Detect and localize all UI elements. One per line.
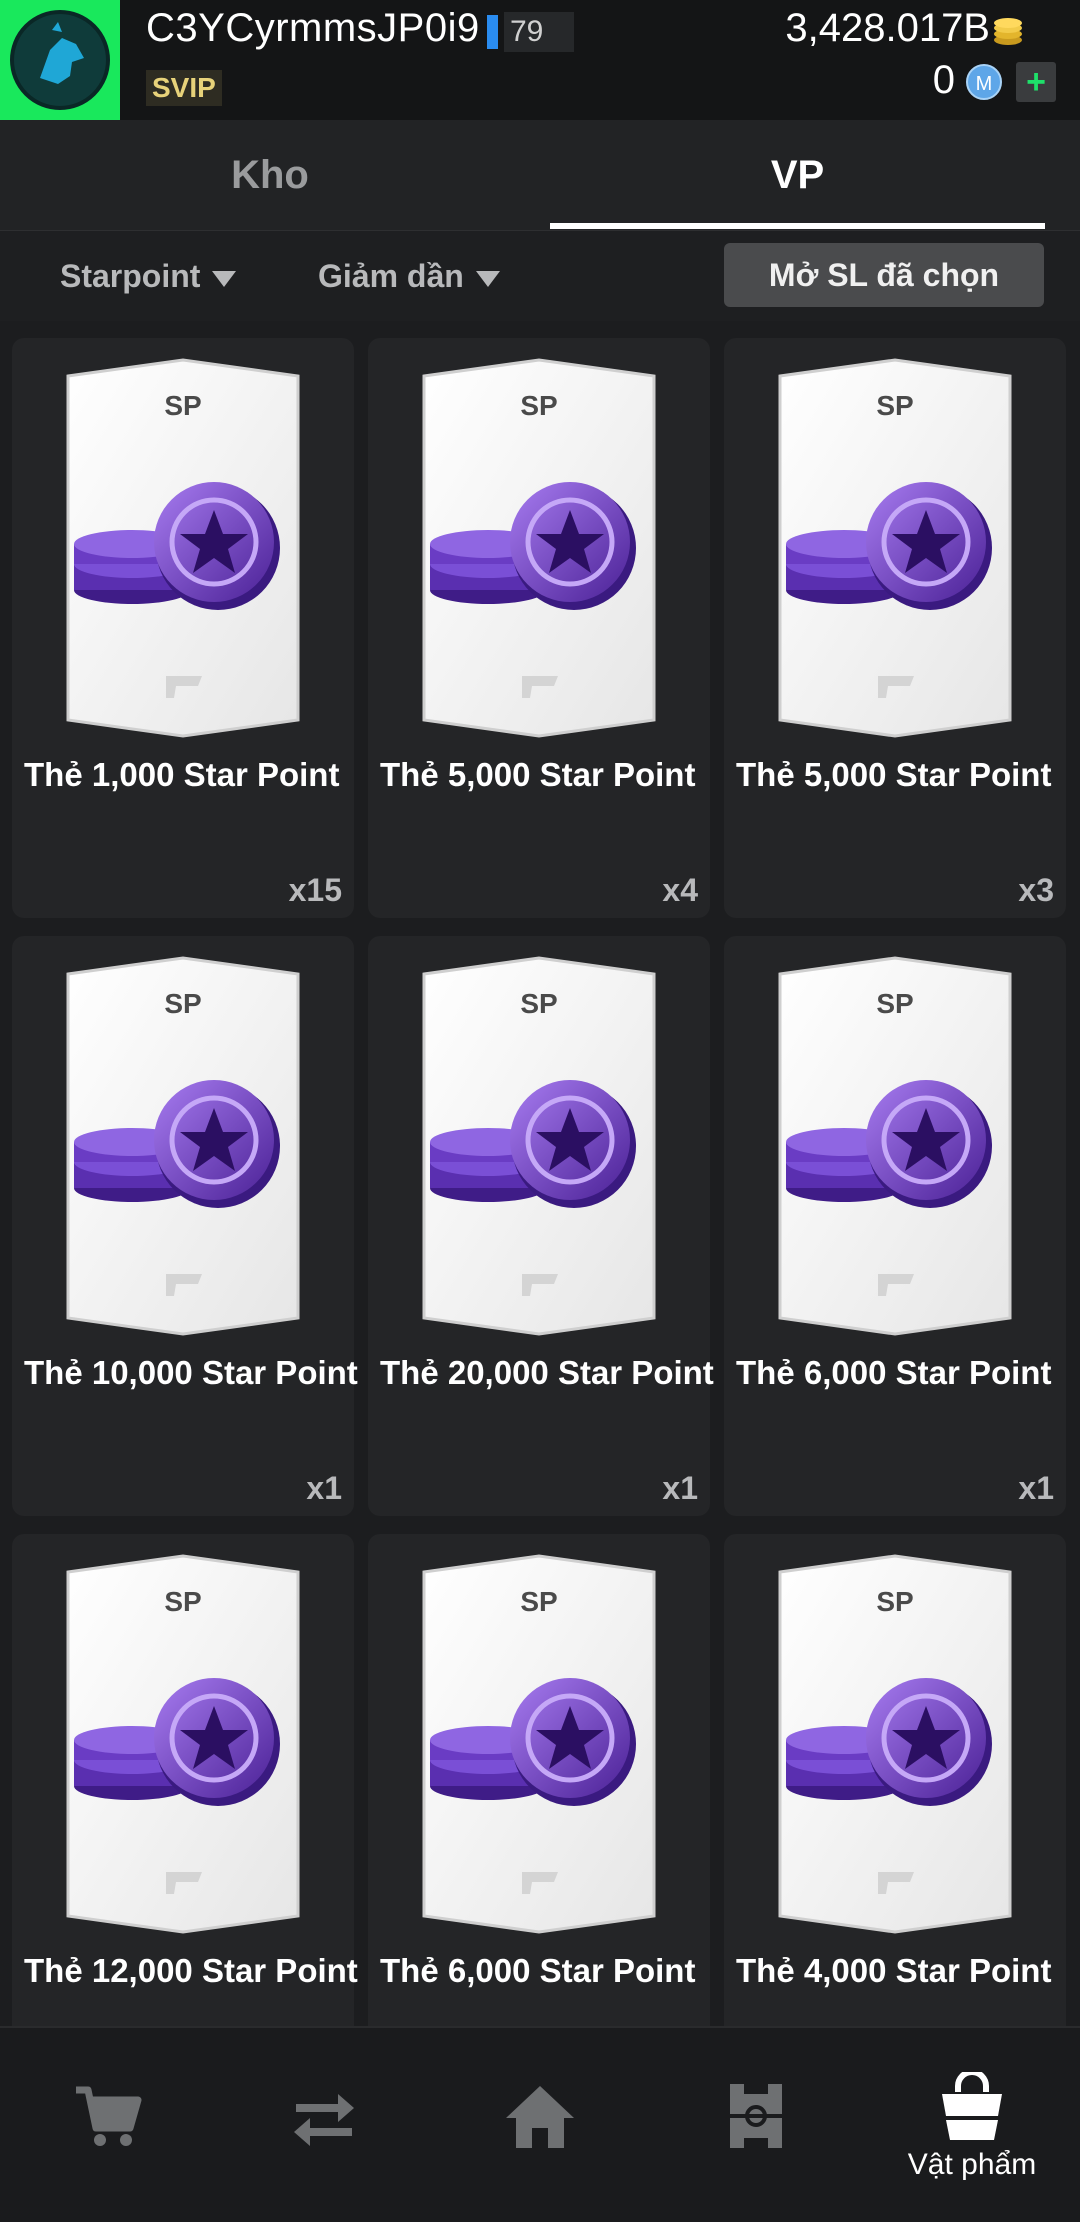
card-sp-label: SP [876, 988, 914, 1019]
item-title: Thẻ 1,000 Star Point [24, 756, 340, 793]
inventory-item[interactable]: SP Thẻ 4,000 Star Point [724, 1534, 1066, 2026]
nav-squad[interactable] [648, 2028, 864, 2222]
inventory-item[interactable]: SP Thẻ 1,000 Star Point x15 [12, 338, 354, 918]
open-selected-button[interactable]: Mở SL đã chọn [724, 243, 1044, 307]
item-grid: SP Thẻ 1,000 Star Point x15 SP Thẻ 5,000 Sta… [0, 322, 1080, 2026]
level-bar [487, 15, 498, 49]
nav-home[interactable] [432, 2028, 648, 2222]
chevron-down-icon [212, 270, 237, 287]
home-icon [506, 2086, 574, 2148]
card-sp-label: SP [164, 390, 202, 421]
item-title: Thẻ 6,000 Star Point [736, 1354, 1052, 1391]
inventory-tabs: Kho VP [0, 120, 1080, 231]
nav-shop[interactable] [0, 2028, 216, 2222]
item-title: Thẻ 5,000 Star Point [736, 756, 1052, 793]
card-sp-label: SP [520, 988, 558, 1019]
filter-bar: Starpoint Giảm dần Mở SL đã chọn [0, 231, 1080, 321]
inventory-item[interactable]: SP Thẻ 6,000 Star Point [368, 1534, 710, 2026]
card-sp-label: SP [164, 988, 202, 1019]
item-title: Thẻ 10,000 Star Point [24, 1354, 358, 1391]
chevron-down-icon [475, 270, 500, 287]
order-dropdown[interactable]: Giảm dần [318, 231, 500, 321]
sort-by-dropdown[interactable]: Starpoint [60, 231, 237, 321]
coins-icon [994, 18, 1022, 45]
inventory-item[interactable]: SP Thẻ 5,000 Star Point x3 [724, 338, 1066, 918]
team-level: 79 [504, 12, 574, 52]
club-crest-icon [0, 0, 120, 120]
inventory-item[interactable]: SP Thẻ 20,000 Star Point x1 [368, 936, 714, 1516]
item-quantity: x1 [306, 1470, 342, 1506]
inventory-item[interactable]: SP Thẻ 6,000 Star Point x1 [724, 936, 1066, 1516]
card-sp-label: SP [164, 1586, 202, 1617]
inventory-item[interactable]: SP Thẻ 10,000 Star Point x1 [12, 936, 358, 1516]
item-title: Thẻ 6,000 Star Point [380, 1952, 696, 1989]
item-quantity: x3 [1018, 872, 1054, 908]
club-logo[interactable] [0, 0, 120, 120]
item-title: Thẻ 12,000 Star Point [24, 1952, 358, 1989]
coin-balance: 3,428.017B [785, 6, 990, 50]
item-title: Thẻ 5,000 Star Point [380, 756, 696, 793]
card-sp-label: SP [876, 390, 914, 421]
top-bar: C3YCyrmmsJP0i9 79 SVIP 3,428.017B 0 M + [0, 0, 1080, 120]
card-sp-label: SP [520, 1586, 558, 1617]
sort-by-label: Starpoint [60, 258, 201, 294]
tab-vp[interactable]: VP [550, 120, 1045, 230]
nav-transfer[interactable] [216, 2028, 432, 2222]
username: C3YCyrmmsJP0i9 [146, 6, 480, 50]
transfer-icon [294, 2094, 354, 2146]
item-quantity: x4 [662, 872, 698, 908]
tab-kho[interactable]: Kho [0, 120, 540, 230]
item-title: Thẻ 20,000 Star Point [380, 1354, 714, 1391]
card-sp-label: SP [520, 390, 558, 421]
nav-items-label: Vật phẩm [907, 2148, 1037, 2181]
inventory-item[interactable]: SP Thẻ 12,000 Star Point [12, 1534, 358, 2026]
pitch-icon [730, 2084, 782, 2148]
item-title: Thẻ 4,000 Star Point [736, 1952, 1052, 1989]
card-sp-label: SP [876, 1586, 914, 1617]
cart-icon [76, 2086, 142, 2146]
vip-badge: SVIP [146, 70, 222, 106]
bottom-navigation: Vật phẩm [0, 2026, 1080, 2222]
item-quantity: x1 [662, 1470, 698, 1506]
mp-coin-icon: M [966, 64, 1002, 100]
active-tab-indicator [550, 223, 1045, 229]
add-currency-button[interactable]: + [1016, 62, 1056, 102]
nav-items[interactable]: Vật phẩm [864, 2028, 1080, 2222]
inventory-item[interactable]: SP Thẻ 5,000 Star Point x4 [368, 338, 710, 918]
mp-balance: 0 [932, 58, 955, 102]
item-quantity: x15 [288, 872, 342, 908]
order-label: Giảm dần [318, 258, 464, 294]
item-quantity: x1 [1018, 1470, 1054, 1506]
shopping-bag-icon [942, 2072, 1002, 2140]
